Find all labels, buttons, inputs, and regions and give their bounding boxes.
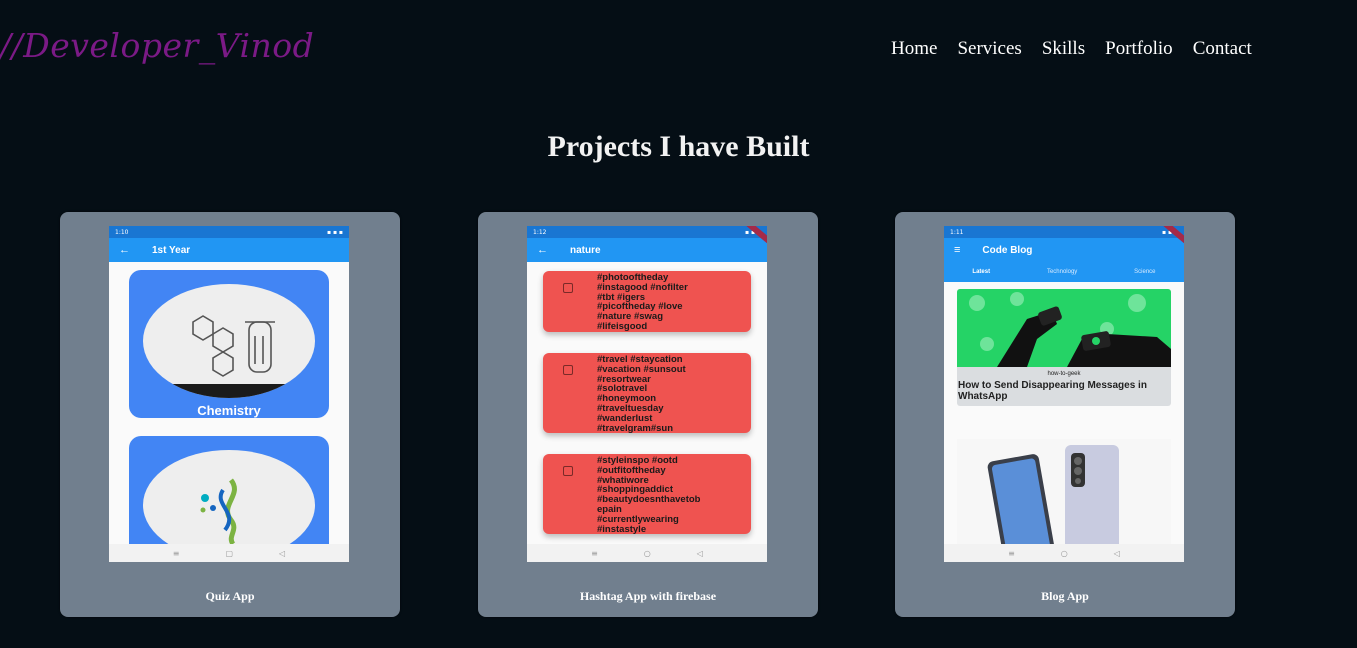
project-caption: Hashtag App with firebase — [579, 589, 717, 603]
tab-technology: Technology — [1046, 269, 1078, 275]
hashtag-text: #photooftheday #instagood #nofilter #tbt… — [597, 272, 688, 332]
whatsapp-image — [957, 289, 1171, 367]
tile-label: Chemistry — [197, 403, 261, 418]
back-arrow-icon: ← — [119, 244, 130, 256]
project-card-blog[interactable]: 1:11 ▪ ▪ ▪ ≡ Code Blog Latest Technology… — [895, 212, 1235, 617]
nav-services[interactable]: Services — [957, 38, 1021, 60]
hashtag-card: #styleinspo #ootd #outfitoftheday #whati… — [543, 454, 751, 534]
app-bar: ← nature — [527, 238, 767, 262]
project-card-quiz[interactable]: 1:10 ▪ ▪ ▪ ← 1st Year Chemistry ≡ ▢ ◁ Qu… — [60, 212, 400, 617]
android-nav-bar: ≡ ○ ◁ — [527, 544, 767, 562]
status-bar: 1:12 ▪ ▪ ▪ — [527, 226, 767, 238]
nav-contact[interactable]: Contact — [1193, 38, 1252, 60]
android-nav-bar: ≡ ○ ◁ — [944, 544, 1184, 562]
hashtag-card: #travel #staycation #vacation #sunsout #… — [543, 353, 751, 433]
subject-tile: Chemistry — [129, 270, 329, 418]
app-bar-title: 1st Year — [152, 244, 191, 256]
status-bar: 1:10 ▪ ▪ ▪ — [109, 226, 349, 238]
status-bar: 1:11 ▪ ▪ ▪ — [944, 226, 1184, 238]
tab-latest: Latest — [972, 269, 991, 275]
app-bar-title: Code Blog — [982, 244, 1033, 256]
status-time: 1:12 — [533, 228, 547, 236]
nav-skills[interactable]: Skills — [1042, 38, 1085, 60]
copy-icon — [563, 466, 573, 476]
hashtag-card: #photooftheday #instagood #nofilter #tbt… — [543, 271, 751, 332]
logo[interactable]: //Developer_Vinod — [0, 26, 314, 65]
hashtag-text: #travel #staycation #vacation #sunsout #… — [597, 354, 686, 434]
tile-band — [143, 384, 315, 398]
app-bar: ← 1st Year — [109, 238, 349, 262]
copy-icon — [563, 365, 573, 375]
status-icons: ▪ ▪ ▪ — [326, 228, 343, 236]
status-time: 1:11 — [950, 228, 964, 236]
chemistry-icon — [143, 284, 315, 398]
project-caption: Blog App — [1041, 589, 1089, 603]
project-screenshot: 1:12 ▪ ▪ ▪ ← nature #photooftheday #inst… — [527, 226, 767, 562]
project-caption: Quiz App — [205, 589, 255, 603]
tab-science: Science — [1134, 269, 1156, 275]
project-screenshot: 1:10 ▪ ▪ ▪ ← 1st Year Chemistry ≡ ▢ ◁ — [109, 226, 349, 562]
project-card-hashtag[interactable]: 1:12 ▪ ▪ ▪ ← nature #photooftheday #inst… — [478, 212, 818, 617]
copy-icon — [563, 283, 573, 293]
android-nav-bar: ≡ ▢ ◁ — [109, 544, 349, 562]
project-screenshot: 1:11 ▪ ▪ ▪ ≡ Code Blog Latest Technology… — [944, 226, 1184, 562]
app-bar-title: nature — [570, 244, 601, 256]
nav-portfolio[interactable]: Portfolio — [1105, 38, 1173, 60]
post-title: How to Send Disappearing Messages in Wha… — [958, 380, 1147, 402]
nav-home[interactable]: Home — [891, 38, 937, 60]
back-arrow-icon: ← — [537, 244, 548, 256]
menu-icon: ≡ — [954, 244, 961, 256]
hashtag-text: #styleinspo #ootd #outfitoftheday #whati… — [597, 455, 701, 534]
tab-bar: Latest Technology Science — [944, 262, 1184, 282]
blog-post-card: how-to-geek How to Send Disappearing Mes… — [957, 289, 1171, 406]
section-title: Projects I have Built — [547, 130, 810, 163]
app-bar: ≡ Code Blog — [944, 238, 1184, 262]
phone-image — [957, 439, 1171, 560]
status-time: 1:10 — [115, 228, 129, 236]
main-nav: Home Services Skills Portfolio Contact — [891, 38, 1252, 60]
subject-tile — [129, 436, 329, 560]
